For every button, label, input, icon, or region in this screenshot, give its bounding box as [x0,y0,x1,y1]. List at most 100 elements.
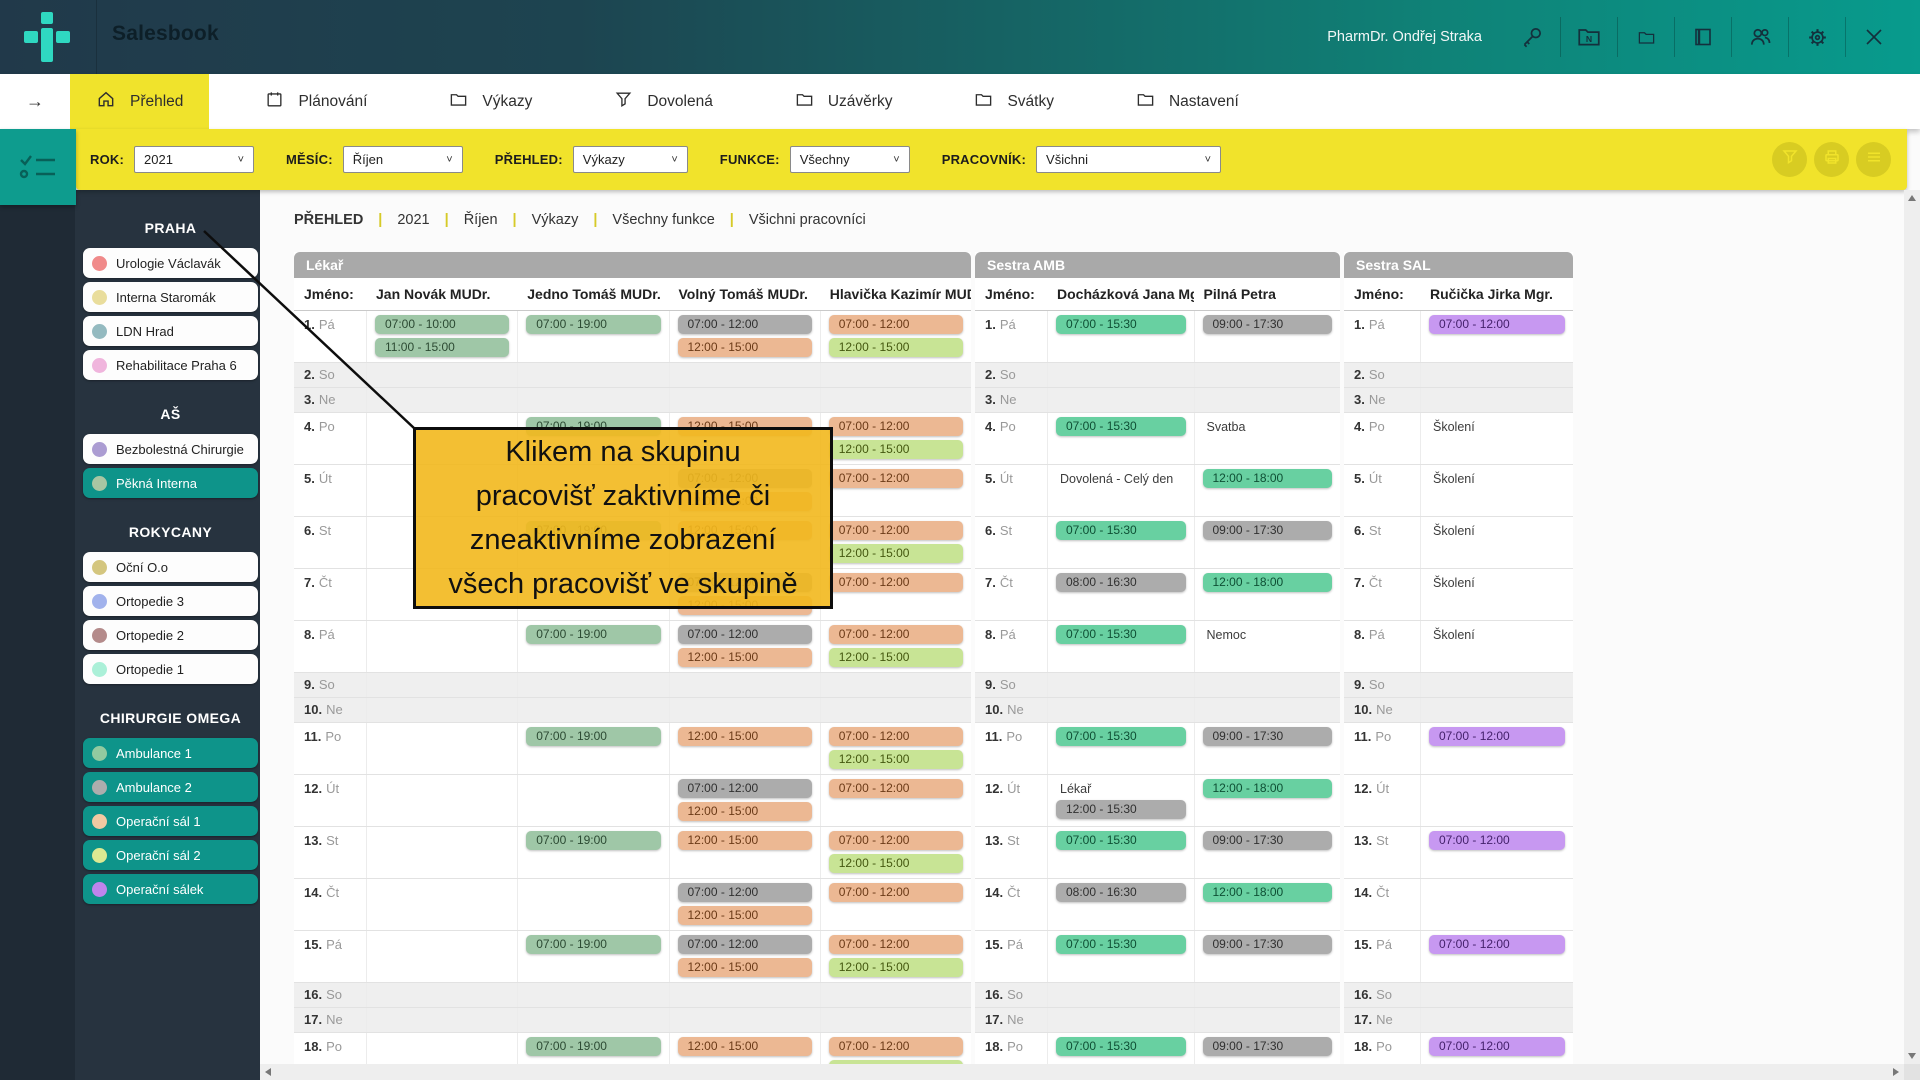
shift-pill[interactable]: 07:00 - 12:00 [1429,727,1565,746]
shift-cell[interactable] [1047,983,1194,1007]
shift-cell[interactable] [1047,1008,1194,1032]
shift-pill[interactable]: 07:00 - 12:00 [829,727,963,746]
shift-cell[interactable]: 07:00 - 12:0012:00 - 15:00 [669,931,820,982]
scroll-right-icon[interactable] [1893,1068,1899,1076]
shift-pill[interactable]: 07:00 - 12:00 [678,779,812,798]
shift-cell[interactable]: 07:00 - 12:0012:00 - 15:00 [820,827,971,878]
shift-pill[interactable]: 12:00 - 18:00 [1203,469,1333,488]
close-icon[interactable] [1845,17,1902,57]
shift-cell[interactable]: 07:00 - 15:30 [1047,413,1194,464]
shift-cell[interactable] [366,983,517,1007]
shift-cell[interactable] [820,363,971,387]
shift-pill[interactable]: 07:00 - 12:00 [1429,1037,1565,1056]
workplace-item[interactable]: Ambulance 1 [83,738,258,768]
shift-cell[interactable] [1194,1008,1341,1032]
shift-pill[interactable]: 07:00 - 19:00 [526,935,660,954]
shift-cell[interactable] [366,698,517,722]
workplace-item[interactable]: Operační sálek [83,874,258,904]
person-name-header[interactable]: Volný Tomáš MUDr. [669,286,820,302]
shift-cell[interactable]: 07:00 - 12:00 12:00 - 15:00 [669,775,820,826]
tab-plánování[interactable]: Plánování [239,74,393,129]
shift-cell[interactable] [1194,363,1341,387]
person-name-header[interactable]: Hlavička Kazimír MUDr. [820,286,971,302]
shift-cell[interactable] [366,827,517,878]
workplace-item[interactable]: LDN Hrad [83,316,258,346]
shift-pill[interactable]: 07:00 - 15:30 [1056,727,1186,746]
workplace-item[interactable]: Oční O.o [83,552,258,582]
workplace-item[interactable]: Bezbolestná Chirurgie [83,434,258,464]
shift-pill[interactable]: 12:00 - 18:00 [1203,573,1333,592]
shift-pill[interactable]: 09:00 - 17:30 [1203,1037,1333,1056]
sidebar-toggle-button[interactable] [0,129,76,205]
shift-cell[interactable]: 09:00 - 17:30 [1194,931,1341,982]
shift-cell[interactable]: 07:00 - 12:00 [820,465,971,516]
shift-pill[interactable]: 07:00 - 12:00 [829,779,963,798]
shift-pill[interactable]: 09:00 - 17:30 [1203,935,1333,954]
group-title-rokycany[interactable]: ROKYCANY [83,524,258,540]
shift-cell[interactable] [1420,1008,1573,1032]
shift-cell[interactable] [366,775,517,826]
shift-pill[interactable]: 12:00 - 15:00 [678,727,812,746]
shift-cell[interactable]: 12:00 - 18:00 [1194,775,1341,826]
shift-cell[interactable]: 07:00 - 12:0012:00 - 15:00 [820,621,971,672]
filter-button[interactable] [1772,142,1807,177]
shift-pill[interactable]: 12:00 - 15:00 [829,338,963,357]
shift-cell[interactable] [366,673,517,697]
shift-cell[interactable]: 07:00 - 12:0012:00 - 15:00 [820,517,971,568]
shift-pill[interactable]: 07:00 - 12:00 [829,935,963,954]
shift-cell[interactable]: 07:00 - 15:30 [1047,621,1194,672]
shift-cell[interactable]: 07:00 - 12:00 [1420,931,1573,982]
shift-cell[interactable]: 12:00 - 18:00 [1194,465,1341,516]
shift-cell[interactable]: 09:00 - 17:30 [1194,517,1341,568]
shift-cell[interactable] [1420,879,1573,930]
shift-pill[interactable]: 11:00 - 15:00 [375,338,509,357]
workplace-item[interactable]: Ortopedie 1 [83,654,258,684]
shift-pill[interactable]: 07:00 - 15:30 [1056,521,1186,540]
shift-cell[interactable] [669,363,820,387]
person-name-header[interactable]: Jedno Tomáš MUDr. [517,286,668,302]
shift-pill[interactable]: 07:00 - 19:00 [526,315,660,334]
tab-svátky[interactable]: Svátky [948,74,1080,129]
menu-button[interactable] [1856,142,1891,177]
shift-pill[interactable]: 07:00 - 12:00 [1429,315,1565,334]
shift-cell[interactable]: 07:00 - 19:00 [517,311,668,362]
shift-cell[interactable] [517,983,668,1007]
shift-cell[interactable] [366,931,517,982]
shift-pill[interactable]: 12:00 - 18:00 [1203,883,1333,902]
shift-pill[interactable]: 12:00 - 15:00 [829,854,963,873]
shift-cell[interactable]: 07:00 - 12:0012:00 - 15:00 [820,311,971,362]
person-name-header[interactable]: Docházková Jana Mgr. [1047,286,1194,302]
tab-nastavení[interactable]: Nastavení [1110,74,1265,129]
filter-select[interactable]: 2021˅ [134,146,254,173]
tab-přehled[interactable]: Přehled [70,74,209,129]
shift-pill[interactable]: 09:00 - 17:30 [1203,727,1333,746]
shift-pill[interactable]: 07:00 - 15:30 [1056,831,1186,850]
shift-cell[interactable] [669,673,820,697]
shift-pill[interactable]: 12:00 - 15:00 [678,338,812,357]
shift-cell[interactable]: 07:00 - 19:00 [517,931,668,982]
shift-pill[interactable]: 07:00 - 19:00 [526,831,660,850]
shift-pill[interactable]: 08:00 - 16:30 [1056,573,1186,592]
shift-pill[interactable]: 07:00 - 12:00 [1429,831,1565,850]
shift-pill[interactable]: 07:00 - 15:30 [1056,935,1186,954]
gear-icon[interactable] [1788,17,1845,57]
shift-cell[interactable] [669,698,820,722]
shift-pill[interactable]: 12:00 - 15:00 [678,802,812,821]
shift-pill[interactable]: 12:00 - 15:00 [678,1037,812,1056]
shift-pill[interactable]: 07:00 - 19:00 [526,1037,660,1056]
shift-cell[interactable]: 07:00 - 12:0012:00 - 15:00 [669,311,820,362]
folder-icon[interactable] [1617,17,1674,57]
shift-cell[interactable]: 07:00 - 12:00 [820,879,971,930]
person-name-header[interactable]: Ručička Jirka Mgr. [1420,286,1573,302]
tab-uzávěrky[interactable]: Uzávěrky [769,74,919,129]
shift-pill[interactable]: 09:00 - 17:30 [1203,315,1333,334]
shift-pill[interactable]: 07:00 - 19:00 [526,625,660,644]
shift-cell[interactable] [820,698,971,722]
vertical-scrollbar[interactable] [1904,190,1920,1064]
shift-cell[interactable] [517,1008,668,1032]
shift-cell[interactable]: 07:00 - 10:0011:00 - 15:00 [366,311,517,362]
shift-cell[interactable] [366,723,517,774]
shift-pill[interactable]: 12:00 - 15:00 [678,831,812,850]
shift-cell[interactable] [1047,673,1194,697]
shift-cell[interactable]: 07:00 - 12:00 [1420,827,1573,878]
